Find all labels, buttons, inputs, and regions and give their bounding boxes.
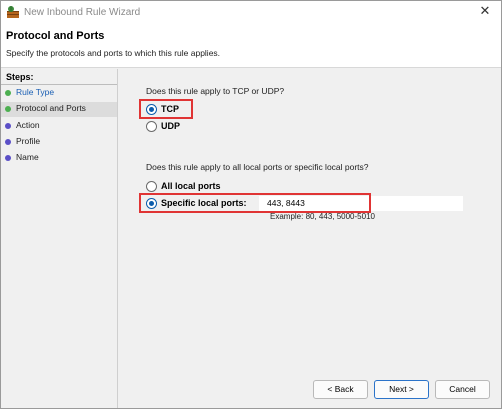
specific-local-ports-label: Specific local ports: <box>161 198 247 208</box>
ports-question: Does this rule apply to all local ports … <box>146 162 369 172</box>
udp-radio[interactable] <box>146 121 157 132</box>
back-button[interactable]: < Back <box>313 380 368 399</box>
tcp-label: TCP <box>161 104 179 114</box>
specific-local-ports-radio[interactable] <box>146 198 157 209</box>
step-status-dot <box>5 123 11 129</box>
steps-panel: Steps: Rule Type Protocol and Ports Acti… <box>1 69 118 408</box>
all-local-ports-label: All local ports <box>161 181 221 191</box>
step-status-dot <box>5 139 11 145</box>
wizard-window: New Inbound Rule Wizard ✕ Protocol and P… <box>0 0 502 409</box>
step-status-dot <box>5 155 11 161</box>
step-status-dot <box>5 106 11 112</box>
step-label: Profile <box>16 136 41 146</box>
close-icon[interactable]: ✕ <box>477 3 493 19</box>
step-profile: Profile <box>1 135 117 150</box>
tcp-radio[interactable] <box>146 104 157 115</box>
steps-divider <box>1 84 117 85</box>
page-title: Protocol and Ports <box>6 30 105 42</box>
udp-label: UDP <box>161 121 181 131</box>
page-header: Protocol and Ports Specify the protocols… <box>1 23 501 68</box>
firewall-shield-icon <box>6 5 20 19</box>
step-protocol-and-ports[interactable]: Protocol and Ports <box>1 102 117 117</box>
cancel-button[interactable]: Cancel <box>435 380 490 399</box>
steps-heading: Steps: <box>6 72 34 82</box>
all-local-ports-radio[interactable] <box>146 181 157 192</box>
step-status-dot <box>5 90 11 96</box>
content-panel: Does this rule apply to TCP or UDP? TCP … <box>119 69 501 408</box>
step-label: Action <box>16 120 40 130</box>
step-label: Name <box>16 152 39 162</box>
step-action: Action <box>1 119 117 134</box>
step-label: Protocol and Ports <box>16 103 86 113</box>
step-name: Name <box>1 151 117 166</box>
page-subtitle: Specify the protocols and ports to which… <box>6 48 221 58</box>
step-rule-type[interactable]: Rule Type <box>1 86 117 101</box>
next-button[interactable]: Next > <box>374 380 429 399</box>
step-label: Rule Type <box>16 87 55 97</box>
ports-example-text: Example: 80, 443, 5000-5010 <box>270 212 375 221</box>
protocol-question: Does this rule apply to TCP or UDP? <box>146 86 285 96</box>
window-title: New Inbound Rule Wizard <box>24 7 141 18</box>
title-bar: New Inbound Rule Wizard ✕ <box>1 1 501 23</box>
